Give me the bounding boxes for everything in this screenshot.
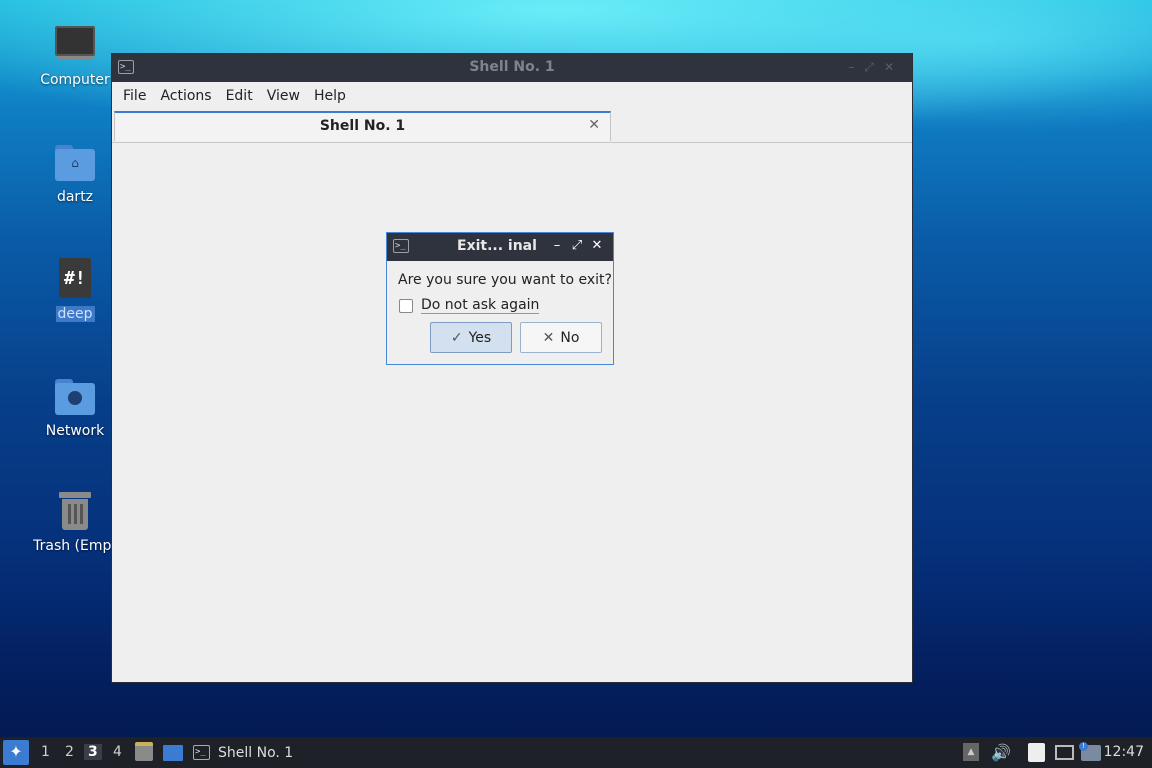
tab-shell-1[interactable]: Shell No. 1 ✕ — [114, 111, 611, 141]
menu-edit[interactable]: Edit — [219, 88, 260, 104]
desktop-icon-label: Computer — [40, 72, 110, 88]
desktop-icon-computer[interactable]: Computer — [25, 24, 125, 88]
workspace-1[interactable]: 1 — [41, 744, 50, 760]
app-menu-icon: ✦ — [9, 742, 23, 761]
maximize-icon[interactable]: ⤢ — [567, 238, 587, 253]
close-icon[interactable]: ✕ — [587, 238, 607, 253]
taskbar-task-shell[interactable]: >_ Shell No. 1 — [193, 741, 293, 764]
dialog-titlebar[interactable]: >_ Exit... inal – ⤢ ✕ — [387, 233, 613, 261]
trash-icon — [53, 490, 97, 534]
dialog-title: Exit... inal — [457, 238, 537, 254]
clipboard-icon[interactable] — [1028, 743, 1045, 762]
menu-file[interactable]: File — [116, 88, 153, 104]
computer-icon — [53, 24, 97, 68]
network-icon[interactable] — [1055, 743, 1074, 760]
taskbar: ✦ 1 2 3 4 >_ Shell No. 1 ▲ 🔊 ! 12:47 — [0, 737, 1152, 768]
yes-button-label: Yes — [468, 329, 492, 346]
no-button[interactable]: ✕ No — [520, 322, 602, 353]
workspace-4[interactable]: 4 — [113, 744, 122, 760]
script-file-icon: #! — [53, 258, 97, 302]
exit-dialog: >_ Exit... inal – ⤢ ✕ Are you sure you wan… — [386, 232, 614, 365]
do-not-ask-checkbox[interactable] — [399, 298, 413, 313]
menu-actions[interactable]: Actions — [153, 88, 218, 104]
tab-label: Shell No. 1 — [319, 118, 406, 134]
tab-bar: Shell No. 1 ✕ — [112, 111, 912, 143]
home-folder-icon: ⌂ — [53, 141, 97, 185]
minimize-icon[interactable]: – — [547, 238, 567, 253]
yes-button[interactable]: ✓ Yes — [430, 322, 512, 353]
do-not-ask-row: Do not ask again — [399, 297, 540, 314]
file-manager-icon — [135, 742, 153, 761]
menu-help[interactable]: Help — [307, 88, 353, 104]
terminal-icon: >_ — [393, 239, 409, 253]
dialog-controls: – ⤢ ✕ — [547, 238, 607, 253]
desktop-icon — [163, 745, 183, 761]
window-title: Shell No. 1 — [469, 59, 555, 75]
desktop-icon-trash[interactable]: Trash (Empt — [25, 490, 125, 554]
desktop-icon-deep[interactable]: #! deep — [25, 258, 125, 322]
notification-icon[interactable]: ! — [1079, 742, 1101, 761]
desktop-icon-label: Trash (Empt — [33, 538, 117, 554]
menu-bar: File Actions Edit View Help — [112, 82, 912, 110]
tab-close-icon[interactable]: ✕ — [588, 117, 600, 133]
terminal-icon: >_ — [193, 745, 210, 760]
desktop-icon-network[interactable]: Network — [25, 375, 125, 439]
terminal-window: >_ Shell No. 1 –⤢✕ File Actions Edit Vie… — [111, 53, 913, 683]
window-controls: –⤢✕ — [848, 60, 904, 75]
check-icon: ✓ — [450, 329, 463, 346]
desktop-icon-label: dartz — [56, 189, 94, 205]
volume-icon[interactable]: 🔊 — [991, 743, 1011, 762]
show-desktop-launcher[interactable] — [163, 742, 183, 761]
workspace-2[interactable]: 2 — [65, 744, 74, 760]
start-menu-button[interactable]: ✦ — [3, 740, 29, 765]
task-label: Shell No. 1 — [218, 744, 294, 761]
dialog-message: Are you sure you want to exit? — [398, 272, 612, 288]
window-titlebar[interactable]: >_ Shell No. 1 –⤢✕ — [112, 54, 912, 82]
minimize-icon[interactable]: – — [848, 60, 864, 74]
network-folder-icon — [53, 375, 97, 419]
file-manager-launcher[interactable] — [135, 742, 153, 761]
menu-view[interactable]: View — [260, 88, 307, 104]
no-button-label: No — [560, 329, 580, 346]
desktop-icon-label: Network — [45, 423, 105, 439]
desktop-icon-label: deep — [55, 306, 95, 322]
x-icon: ✕ — [542, 329, 555, 346]
desktop-icon-dartz[interactable]: ⌂ dartz — [25, 141, 125, 205]
maximize-icon[interactable]: ⤢ — [864, 60, 884, 74]
tray-up-arrow-icon[interactable]: ▲ — [963, 743, 979, 761]
clock[interactable]: 12:47 — [1104, 744, 1144, 760]
close-icon[interactable]: ✕ — [884, 60, 904, 74]
do-not-ask-label[interactable]: Do not ask again — [421, 297, 540, 314]
workspace-3[interactable]: 3 — [84, 744, 102, 760]
